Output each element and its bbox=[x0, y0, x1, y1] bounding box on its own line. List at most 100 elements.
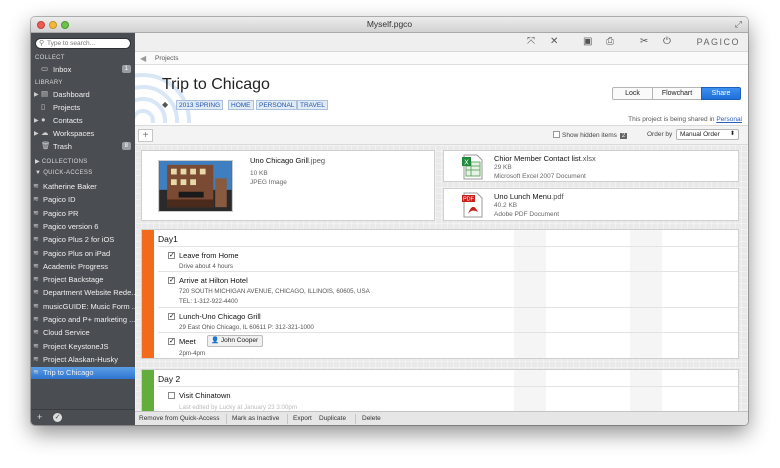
task-list-title[interactable]: Day 2 bbox=[158, 374, 180, 384]
lock-button[interactable]: Lock bbox=[612, 87, 653, 100]
task-detail: 29 East Ohio Chicago, IL 60611 P: 312-32… bbox=[179, 324, 314, 331]
section-library: LIBRARY bbox=[35, 80, 63, 86]
svg-text:PDF: PDF bbox=[463, 197, 475, 203]
broadcast-icon: ≋ bbox=[33, 316, 39, 323]
inbox-count-badge: 1 bbox=[121, 65, 131, 73]
task-row[interactable]: ✓ Lunch-Uno Chicago Grill 29 East Ohio C… bbox=[158, 307, 738, 332]
order-select[interactable]: Manual Order ⬍ bbox=[676, 129, 739, 140]
task-title[interactable]: Meet bbox=[179, 337, 196, 346]
delete-button[interactable]: Delete bbox=[362, 415, 381, 422]
sidebar-item-inbox[interactable]: ▭ Inbox 1 bbox=[31, 64, 135, 76]
disclosure-triangle-icon[interactable]: ▶ bbox=[34, 117, 39, 124]
fullscreen-icon[interactable]: ⤢ bbox=[735, 19, 742, 30]
show-hidden-checkbox[interactable] bbox=[553, 131, 560, 138]
day-color-stripe bbox=[142, 230, 154, 358]
quick-access-item[interactable]: ≋ musicGUIDE: Music Form ... bbox=[31, 301, 135, 313]
section-quick-access[interactable]: ▼ QUICK-ACCESS bbox=[35, 170, 93, 176]
quick-access-item[interactable]: ≋ Pagico PR bbox=[31, 208, 135, 220]
broadcast-icon: ≋ bbox=[33, 369, 39, 377]
quick-access-item[interactable]: ≋ Pagico Plus 2 for iOS bbox=[31, 234, 135, 246]
task-row[interactable]: ✓ Leave from Home Drive about 4 hours bbox=[158, 246, 738, 271]
broadcast-icon: ≋ bbox=[33, 236, 39, 244]
quick-access-item[interactable]: ≋ Pagico Plus on iPad bbox=[31, 248, 135, 260]
quick-access-label: Project Backstage bbox=[43, 275, 104, 285]
quick-access-item[interactable]: ≋ Academic Progress bbox=[31, 261, 135, 273]
breadcrumb-projects[interactable]: Projects bbox=[155, 55, 178, 62]
select-arrows-icon: ⬍ bbox=[729, 131, 735, 137]
search-icon: ⚲ bbox=[39, 40, 45, 47]
task-checkbox[interactable]: ✓ bbox=[168, 338, 175, 345]
file-name[interactable]: Chior Member Contact list.xlsx bbox=[494, 154, 596, 163]
duplicate-button[interactable]: Duplicate bbox=[319, 415, 346, 422]
share-button[interactable]: Share bbox=[701, 87, 741, 100]
quick-access-item[interactable]: ≋ Katherine Baker bbox=[31, 181, 135, 193]
quick-access-label: Pagico Plus 2 for iOS bbox=[43, 235, 115, 245]
tag-travel[interactable]: TRAVEL bbox=[297, 100, 328, 110]
quick-access-label: Project KeystoneJS bbox=[43, 341, 109, 351]
quick-access-item[interactable]: ≋ Pagico version 6 bbox=[31, 221, 135, 233]
search-input[interactable] bbox=[47, 39, 127, 48]
broadcast-icon: ≋ bbox=[33, 302, 39, 310]
disclosure-triangle-icon[interactable]: ▶ bbox=[34, 91, 39, 98]
back-arrow-icon[interactable]: ◀ bbox=[140, 54, 146, 63]
task-title[interactable]: Arrive at Hilton Hotel bbox=[179, 276, 248, 285]
quick-access-item[interactable]: ≋ Pagico and P+ marketing ... bbox=[31, 314, 135, 326]
sidebar: ⚲ COLLECT ▭ Inbox 1 LIBRARY ▶ ▤ Dashboar… bbox=[31, 33, 135, 425]
sidebar-item-dashboard[interactable]: ▶ ▤ Dashboard bbox=[31, 89, 135, 101]
power-icon[interactable]: ⏻ bbox=[663, 36, 671, 47]
quick-access-item[interactable]: ≋ Cloud Service bbox=[31, 327, 135, 339]
task-checkbox[interactable]: ✓ bbox=[168, 252, 175, 259]
sidebar-item-trash[interactable]: 🗑 Trash 8 bbox=[31, 141, 135, 153]
sidebar-item-projects[interactable]: ▯ Projects bbox=[31, 102, 135, 114]
tag-home[interactable]: HOME bbox=[228, 100, 254, 110]
task-row[interactable]: Visit Chinatown Last edited by Lucky at … bbox=[158, 386, 738, 411]
quick-access-item[interactable]: ≋ Department Website Rede... bbox=[31, 287, 135, 299]
broadcast-icon: ≋ bbox=[33, 209, 39, 217]
search-box[interactable]: ⚲ bbox=[35, 38, 131, 49]
camera-icon[interactable]: ▣ bbox=[583, 36, 592, 47]
add-icon[interactable]: + bbox=[37, 412, 42, 422]
task-title[interactable]: Leave from Home bbox=[179, 251, 239, 260]
file-name[interactable]: Uno Lunch Menu.pdf bbox=[494, 192, 564, 201]
print-icon[interactable]: ⎙ bbox=[606, 36, 614, 47]
flowchart-button[interactable]: Flowchart bbox=[652, 87, 702, 100]
task-row[interactable]: ✓ Arrive at Hilton Hotel 720 SOUTH MICHI… bbox=[158, 271, 738, 307]
quick-access-item[interactable]: ≋ Pagico ID bbox=[31, 194, 135, 206]
task-row[interactable]: ✓ Meet 👤 John Cooper 2pm-4pm bbox=[158, 332, 738, 360]
task-checkbox[interactable]: ✓ bbox=[168, 313, 175, 320]
quick-access-item[interactable]: ≋ Project KeystoneJS bbox=[31, 341, 135, 353]
expand-icon[interactable]: ⤧ bbox=[527, 36, 535, 47]
project-title[interactable]: Trip to Chicago bbox=[162, 76, 270, 94]
remove-from-quick-access-button[interactable]: Remove from Quick-Access bbox=[139, 415, 220, 422]
collapse-icon[interactable]: ✕ bbox=[550, 36, 558, 47]
quick-access-item[interactable]: ≋ Project Backstage bbox=[31, 274, 135, 286]
tag-personal[interactable]: PERSONAL bbox=[256, 100, 298, 110]
show-hidden-toggle[interactable]: Show hidden items 2 bbox=[553, 131, 628, 139]
check-icon[interactable]: ✓ bbox=[53, 413, 62, 422]
file-name[interactable]: Uno Chicago Grill.jpeg bbox=[250, 156, 325, 165]
task-checkbox[interactable]: ✓ bbox=[168, 277, 175, 284]
disclosure-triangle-icon[interactable]: ▶ bbox=[34, 130, 39, 137]
tools-icon[interactable]: ✂ bbox=[640, 36, 648, 47]
mark-inactive-button[interactable]: Mark as Inactive bbox=[232, 415, 279, 422]
task-title[interactable]: Visit Chinatown bbox=[179, 391, 231, 400]
file-card-jpeg[interactable]: Uno Chicago Grill.jpeg 10 KB JPEG Image bbox=[141, 150, 435, 221]
add-item-button[interactable]: + bbox=[138, 129, 153, 142]
tag-2013-spring[interactable]: 2013 SPRING bbox=[176, 100, 224, 110]
file-card-pdf[interactable]: PDF Uno Lunch Menu.pdf 40.2 KB Adobe PDF … bbox=[443, 188, 739, 221]
shared-workspace-link[interactable]: Personal bbox=[716, 116, 742, 123]
window-title: Myself.pgco bbox=[366, 19, 413, 29]
task-list-title[interactable]: Day1 bbox=[158, 234, 178, 244]
section-collections[interactable]: ▶ COLLECTIONS bbox=[35, 158, 88, 165]
task-title[interactable]: Lunch-Uno Chicago Grill bbox=[179, 312, 261, 321]
export-button[interactable]: Export bbox=[293, 415, 312, 422]
task-checkbox[interactable] bbox=[168, 392, 175, 399]
sidebar-item-contacts[interactable]: ▶ ● Contacts bbox=[31, 115, 135, 127]
quick-access-item[interactable]: ≋ Trip to Chicago bbox=[31, 367, 135, 380]
broadcast-icon: ≋ bbox=[33, 262, 39, 270]
sidebar-item-workspaces[interactable]: ▶ ☁ Workspaces bbox=[31, 128, 135, 140]
file-card-xlsx[interactable]: X Chior Member Contact list.xlsx 29 KB Mi… bbox=[443, 150, 739, 182]
trash-icon: 🗑 bbox=[41, 141, 51, 150]
contact-chip[interactable]: 👤 John Cooper bbox=[207, 335, 264, 347]
quick-access-item[interactable]: ≋ Project Alaskan-Husky bbox=[31, 354, 135, 366]
